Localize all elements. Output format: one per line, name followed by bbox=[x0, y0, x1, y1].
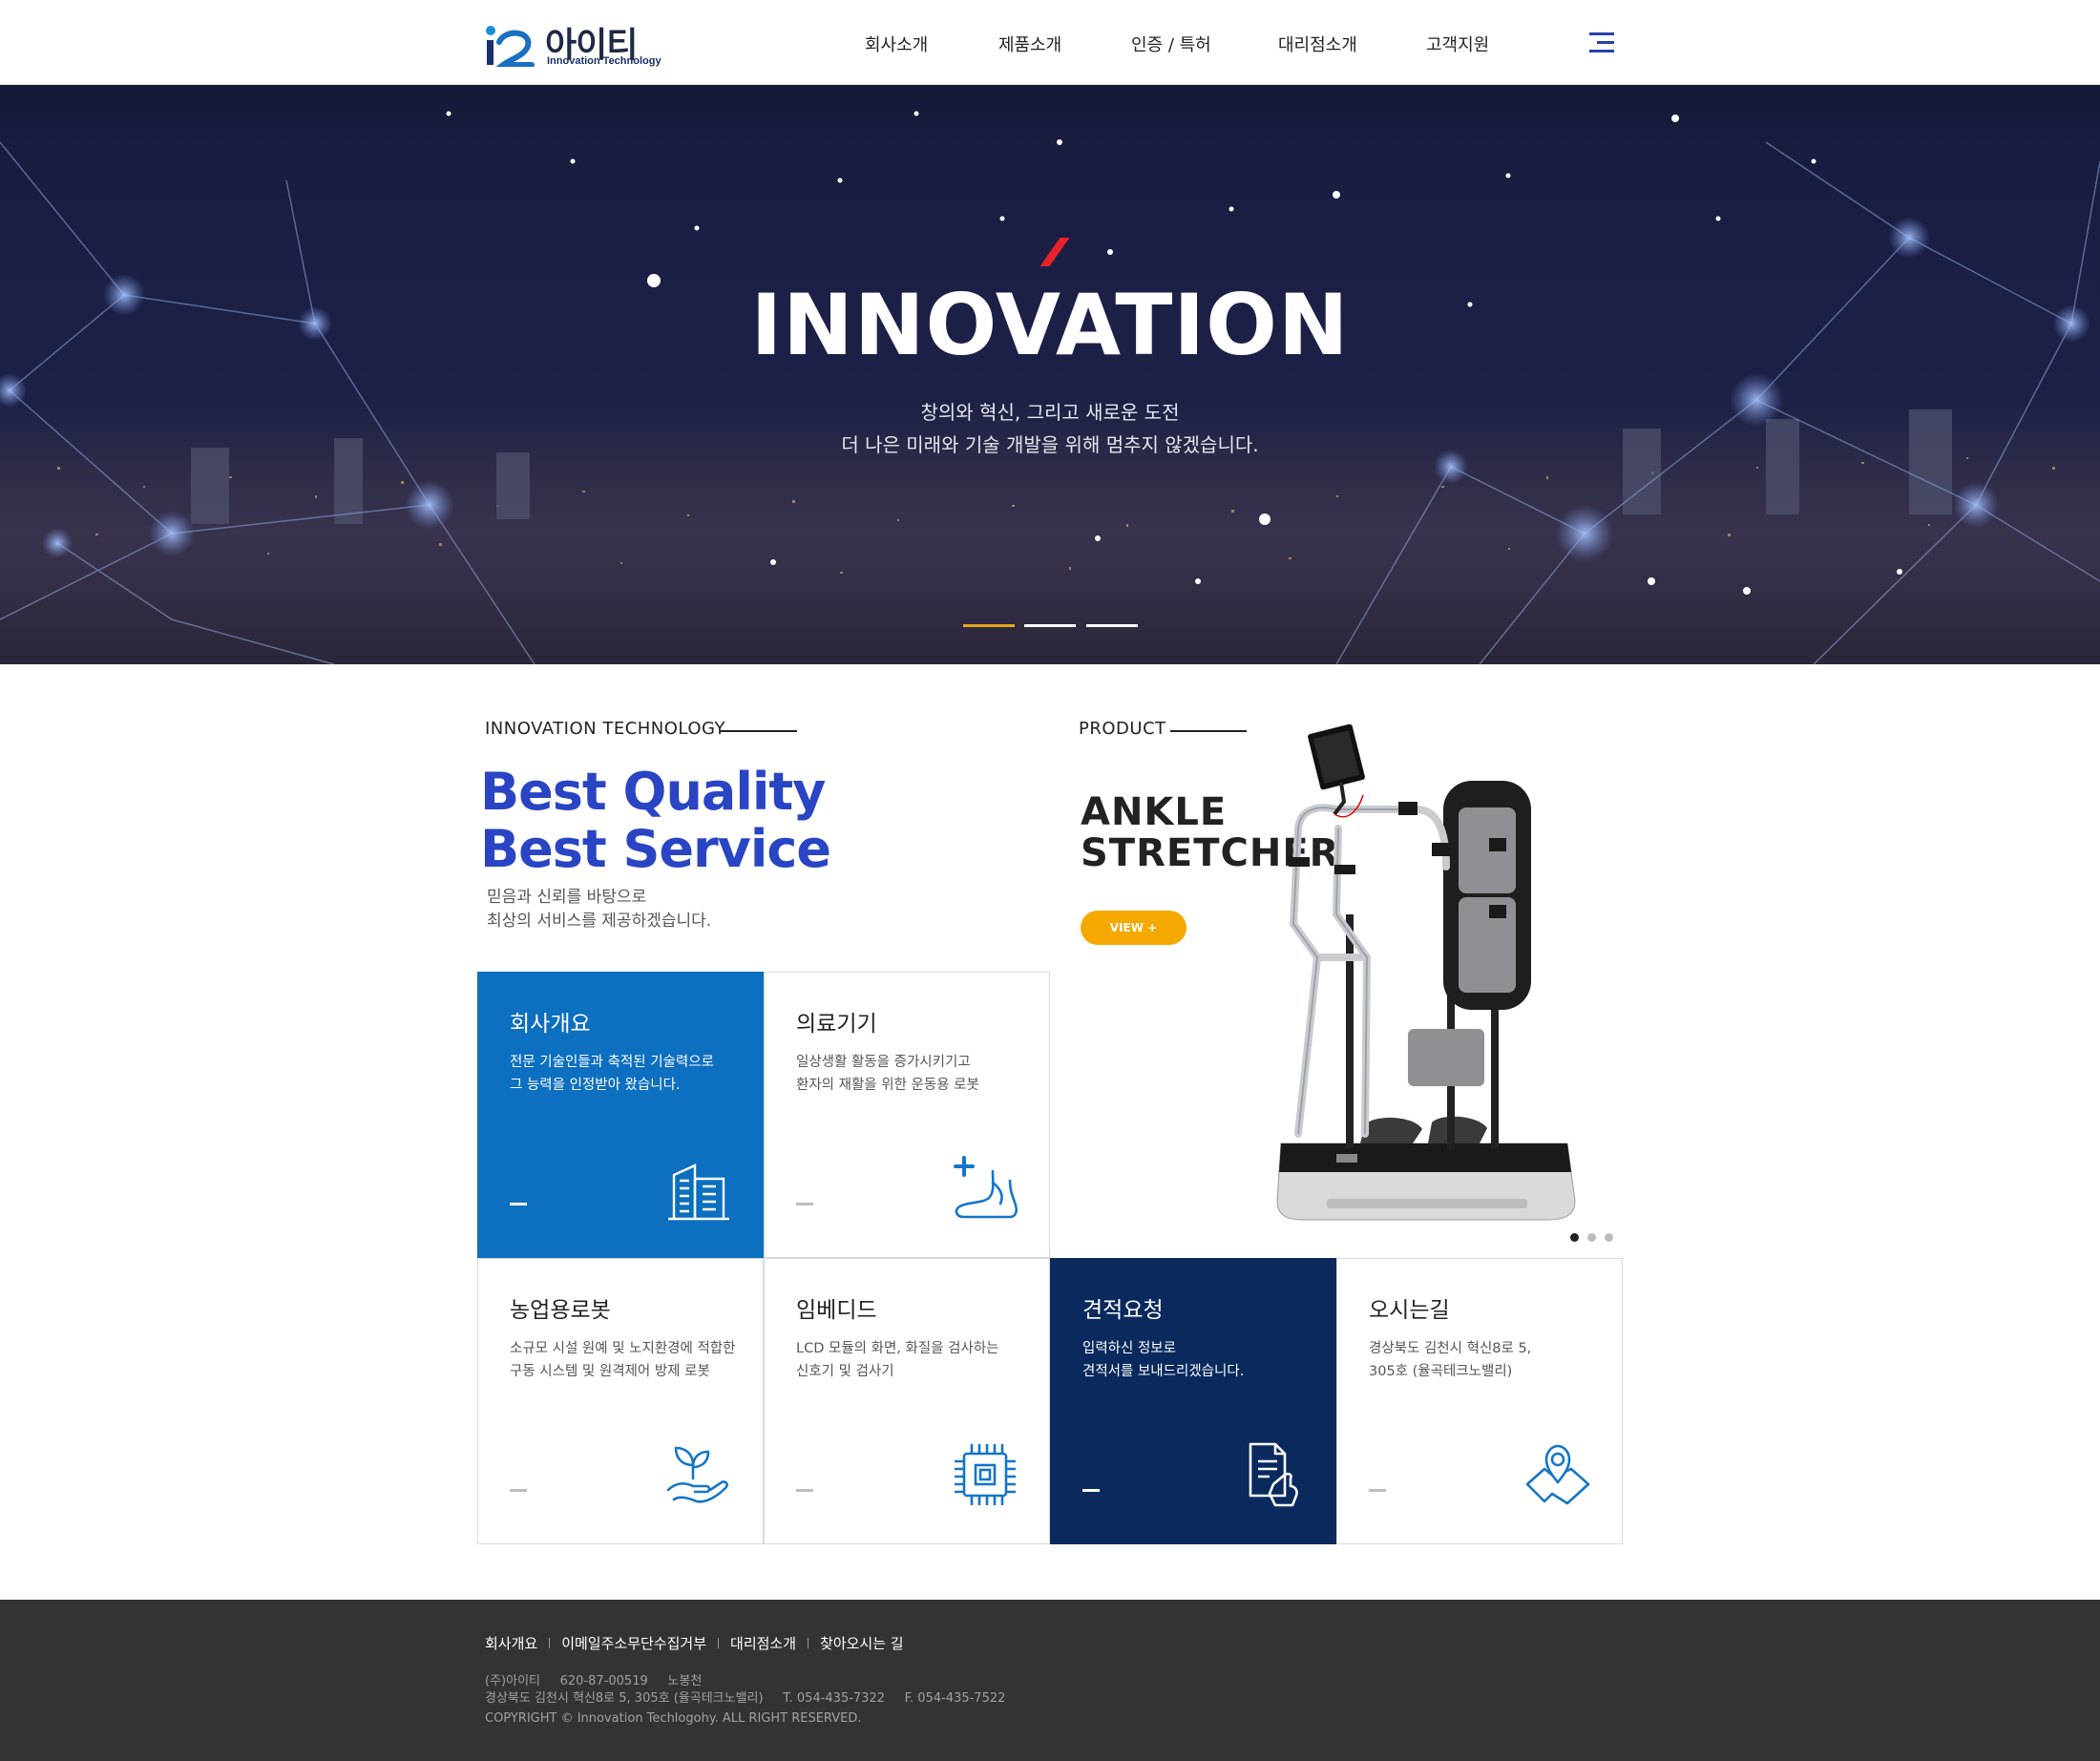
building-icon bbox=[668, 1164, 729, 1221]
chip-icon bbox=[955, 1444, 1016, 1505]
tile-desc-line2: 구동 시스템 및 원격제어 방제 로봇 bbox=[510, 1364, 710, 1379]
tile-embedded[interactable]: 임베디드 LCD 모듈의 화면, 화질을 검사하는 신호기 및 검사기 bbox=[764, 1258, 1050, 1544]
footer-company-info: (주)아이티 620-87-00519 노봉천 bbox=[485, 1674, 703, 1688]
tile-desc-line2: 신호기 및 검사기 bbox=[796, 1364, 894, 1379]
site-footer: 회사개요 이메일주소무단수집거부 대리점소개 찾아오시는 길 (주)아이티 620-8… bbox=[0, 1600, 2100, 1761]
tile-title: 오시는길 bbox=[1369, 1298, 1450, 1323]
hero-subtitle-line1: 창의와 혁신, 그리고 새로운 도전 bbox=[920, 401, 1180, 424]
footer-address: 경상북도 김천시 혁신8로 5, 305호 (율곡테크노밸리) T. 054-4… bbox=[485, 1691, 1006, 1706]
product-pagination-dot[interactable] bbox=[1570, 1233, 1579, 1242]
ankle-stretcher-image bbox=[1276, 723, 1576, 1221]
hero-banner: INNOVATION 창의와 혁신, 그리고 새로운 도전 더 나은 미래와 기… bbox=[0, 85, 2100, 664]
tile-desc-line2: 환자의 재활을 위한 운동용 로봇 bbox=[796, 1078, 979, 1093]
tile-desc-line2: 그 능력을 인정받아 왔습니다. bbox=[510, 1078, 681, 1093]
nav-item-company[interactable]: 회사소개 bbox=[865, 31, 928, 56]
hero-pagination-dot[interactable] bbox=[1086, 624, 1138, 627]
hero-pagination-dot[interactable] bbox=[963, 624, 1015, 627]
product-label-rule bbox=[1170, 730, 1247, 732]
intro-desc-line1: 믿음과 신뢰를 바탕으로 bbox=[487, 888, 647, 907]
tile-desc-line1: 입력하신 정보로 bbox=[1082, 1341, 1176, 1356]
footer-link-dealers[interactable]: 대리점소개 bbox=[730, 1635, 796, 1652]
medical-foot-icon bbox=[954, 1156, 1018, 1219]
tile-description: 경상북도 김천시 혁신8로 5, 305호 (율곡테크노밸리) bbox=[1369, 1337, 1531, 1383]
intro-label-rule bbox=[721, 730, 797, 732]
nav-item-dealers[interactable]: 대리점소개 bbox=[1278, 31, 1357, 56]
tile-desc-line1: 소규모 시설 원예 및 노지환경에 적합한 bbox=[510, 1341, 736, 1356]
tile-medical-devices[interactable]: 의료기기 일상생활 활동을 증가시키기고 환자의 재활을 위한 운동용 로봇 bbox=[764, 972, 1050, 1258]
footer-link-directions[interactable]: 찾아오시는 길 bbox=[820, 1635, 904, 1652]
tile-desc-line2: 305호 (율곡테크노밸리) bbox=[1369, 1364, 1513, 1379]
hero-title: INNOVATION bbox=[750, 276, 1350, 374]
tile-description: 일상생활 활동을 증가시키기고 환자의 재활을 위한 운동용 로봇 bbox=[796, 1051, 979, 1097]
tile-dash bbox=[796, 1203, 813, 1205]
tile-title: 견적요청 bbox=[1082, 1298, 1164, 1323]
tile-title: 임베디드 bbox=[796, 1298, 877, 1323]
tile-desc-line1: LCD 모듈의 화면, 화질을 검사하는 bbox=[796, 1341, 999, 1356]
hero-background-network bbox=[0, 111, 2100, 664]
product-pagination-dot[interactable] bbox=[1605, 1233, 1613, 1242]
tile-desc-line1: 일상생활 활동을 증가시키기고 bbox=[796, 1055, 971, 1070]
tile-desc-line1: 경상북도 김천시 혁신8로 5, bbox=[1369, 1341, 1532, 1356]
map-pin-icon bbox=[1525, 1444, 1590, 1505]
hero-pagination-dot[interactable] bbox=[1024, 624, 1076, 627]
tile-directions[interactable]: 오시는길 경상북도 김천시 혁신8로 5, 305호 (율곡테크노밸리) bbox=[1336, 1258, 1623, 1544]
intro-desc-line2: 최상의 서비스를 제공하겠습니다. bbox=[487, 912, 712, 931]
tile-description: 소규모 시설 원예 및 노지환경에 적합한 구동 시스템 및 원격제어 방제 로… bbox=[510, 1337, 735, 1383]
logo[interactable]: 아이티 Innovation Technology bbox=[482, 17, 662, 71]
intro-section-label: INNOVATION TECHNOLOGY bbox=[485, 719, 726, 739]
intro-headline: Best Quality Best Service bbox=[480, 762, 831, 879]
headline-line1: Best Quality bbox=[480, 762, 826, 822]
tile-description: LCD 모듈의 화면, 화질을 검사하는 신호기 및 검사기 bbox=[796, 1337, 999, 1383]
nav-item-products[interactable]: 제품소개 bbox=[998, 31, 1061, 56]
footer-copyright: COPYRIGHT © Innovation Techlogohy. ALL R… bbox=[485, 1711, 862, 1726]
tile-desc-line1: 전문 기술인들과 축적된 기술력으로 bbox=[510, 1055, 714, 1070]
tile-description: 전문 기술인들과 축적된 기술력으로 그 능력을 인정받아 왔습니다. bbox=[510, 1051, 714, 1097]
tile-title: 회사개요 bbox=[510, 1012, 591, 1037]
headline-line2: Best Service bbox=[480, 819, 831, 879]
tile-description: 입력하신 정보로 견적서를 보내드리겠습니다. bbox=[1082, 1337, 1244, 1383]
nav-item-certification[interactable]: 인증 / 특허 bbox=[1131, 31, 1211, 56]
tile-quote-request[interactable]: 견적요청 입력하신 정보로 견적서를 보내드리겠습니다. bbox=[1050, 1258, 1336, 1544]
logo-subtitle: Innovation Technology bbox=[547, 55, 662, 67]
footer-link-email-policy[interactable]: 이메일주소무단수집거부 bbox=[561, 1635, 706, 1652]
tile-title: 농업용로봇 bbox=[510, 1298, 611, 1323]
intro-description: 믿음과 신뢰를 바탕으로 최상의 서비스를 제공하겠습니다. bbox=[487, 886, 711, 933]
site-header: 아이티 Innovation Technology 회사소개 제품소개 인증 /… bbox=[0, 0, 2100, 85]
nav-item-support[interactable]: 고객지원 bbox=[1426, 31, 1489, 56]
product-pagination-dot[interactable] bbox=[1587, 1233, 1596, 1242]
tile-agricultural-robot[interactable]: 농업용로봇 소규모 시설 원예 및 노지환경에 적합한 구동 시스템 및 원격제… bbox=[477, 1258, 764, 1544]
tile-title: 의료기기 bbox=[796, 1012, 877, 1037]
product-section-label: PRODUCT bbox=[1079, 719, 1166, 739]
footer-link-separator bbox=[718, 1638, 720, 1648]
plant-hand-icon bbox=[666, 1446, 728, 1503]
tile-dash bbox=[796, 1489, 813, 1492]
view-product-button[interactable]: VIEW + bbox=[1081, 911, 1186, 945]
logo-mark-icon bbox=[486, 26, 535, 67]
hamburger-menu-icon[interactable] bbox=[1589, 32, 1614, 53]
tile-desc-line2: 견적서를 보내드리겠습니다. bbox=[1082, 1364, 1245, 1379]
tile-dash bbox=[510, 1489, 527, 1492]
footer-link-company[interactable]: 회사개요 bbox=[485, 1635, 537, 1652]
tile-dash bbox=[1082, 1489, 1100, 1492]
footer-link-separator bbox=[549, 1638, 551, 1648]
tile-dash bbox=[1369, 1489, 1386, 1492]
footer-links: 회사개요 이메일주소무단수집거부 대리점소개 찾아오시는 길 bbox=[485, 1633, 904, 1653]
tile-company-overview[interactable]: 회사개요 전문 기술인들과 축적된 기술력으로 그 능력을 인정받아 왔습니다. bbox=[477, 972, 764, 1258]
hero-subtitle-line2: 더 나은 미래와 기술 개발을 위해 멈추지 않겠습니다. bbox=[841, 433, 1259, 456]
tile-dash bbox=[510, 1203, 527, 1205]
document-hand-icon bbox=[1249, 1442, 1298, 1507]
